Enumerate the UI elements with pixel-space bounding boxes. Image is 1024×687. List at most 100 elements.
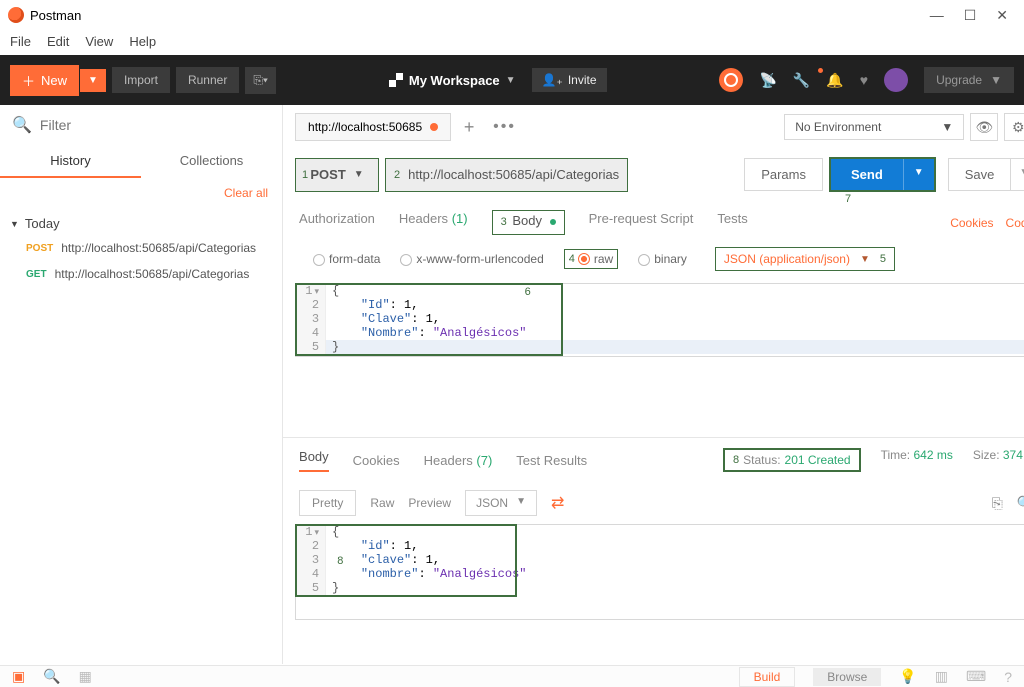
tab-tests[interactable]: Tests: [717, 211, 747, 234]
close-icon[interactable]: ✕: [996, 7, 1008, 24]
import-button[interactable]: Import: [112, 67, 170, 93]
code-link[interactable]: Code: [1006, 216, 1024, 230]
search-response-icon[interactable]: 🔍: [1017, 495, 1024, 512]
bootcamp-icon[interactable]: 💡: [899, 668, 916, 685]
help-icon[interactable]: ?: [1004, 669, 1012, 685]
bell-icon[interactable]: 🔔: [826, 72, 843, 89]
sidebar-toggle-icon[interactable]: ▣: [12, 668, 25, 685]
tab-headers[interactable]: Headers (1): [399, 211, 468, 234]
response-tab-headers[interactable]: Headers (7): [424, 453, 493, 468]
workspace-grid-icon: [389, 73, 403, 87]
person-add-icon: 👤₊: [542, 73, 563, 87]
main-toolbar: ＋New ▼ Import Runner ⎘▾ My Workspace ▼ 👤…: [0, 55, 1024, 105]
minimize-icon[interactable]: —: [930, 7, 944, 24]
runner-button[interactable]: Runner: [176, 67, 239, 93]
content-area: http://localhost:50685 + ••• No Environm…: [283, 105, 1024, 664]
copy-icon[interactable]: ⎘: [992, 495, 1003, 512]
environment-selector[interactable]: No Environment▼: [784, 114, 964, 140]
statusbar: ▣ 🔍 ▦ Build Browse 💡 ▥ ⌨ ?: [0, 665, 1024, 687]
bodytype-binary[interactable]: binary: [638, 252, 687, 266]
response-size: Size: 374 B: [973, 448, 1024, 472]
notification-wrench-icon[interactable]: 🔧: [793, 72, 810, 89]
bodytype-raw[interactable]: 4 raw: [564, 249, 618, 269]
new-button[interactable]: ＋New: [10, 65, 79, 96]
menu-edit[interactable]: Edit: [47, 34, 69, 49]
window-title: Postman: [30, 8, 81, 23]
console-icon[interactable]: ▦: [79, 668, 92, 685]
filter-input[interactable]: [40, 117, 270, 133]
environment-settings-button[interactable]: ⚙: [1004, 113, 1024, 141]
invite-button[interactable]: 👤₊Invite: [532, 68, 607, 92]
save-button[interactable]: Save: [948, 158, 1012, 191]
history-item[interactable]: GET http://localhost:50685/api/Categoria…: [0, 261, 282, 287]
response-body-editor[interactable]: 8 1▾{ 2 "id": 1, 3 "clave": 1, 4 "nombre…: [295, 524, 1024, 620]
tab-history[interactable]: History: [0, 145, 141, 178]
menu-view[interactable]: View: [85, 34, 113, 49]
menubar: File Edit View Help: [0, 30, 1024, 55]
response-tab-body[interactable]: Body: [299, 449, 329, 472]
view-pretty[interactable]: Pretty: [299, 490, 356, 516]
heart-icon[interactable]: ♥: [860, 72, 868, 88]
params-button[interactable]: Params: [744, 158, 823, 191]
add-tab-button[interactable]: +: [455, 113, 483, 141]
callout-1: 1: [302, 169, 308, 181]
workspace-dropdown-icon[interactable]: ▼: [506, 75, 516, 86]
response-tab-tests[interactable]: Test Results: [516, 453, 587, 468]
browse-button[interactable]: Browse: [813, 668, 881, 686]
bodytype-urlencoded[interactable]: x-www-form-urlencoded: [400, 252, 543, 266]
format-selector[interactable]: JSON▼: [465, 490, 537, 516]
tab-prerequest[interactable]: Pre-request Script: [589, 211, 694, 234]
callout-4: 4: [569, 253, 575, 265]
unsaved-dot-icon: [430, 123, 438, 131]
menu-file[interactable]: File: [10, 34, 31, 49]
send-button[interactable]: Send: [831, 159, 903, 190]
cookies-link[interactable]: Cookies: [950, 216, 993, 230]
wrap-lines-icon[interactable]: ⇄: [551, 493, 564, 513]
response-status: 8 Status: 201 Created: [723, 448, 861, 472]
app-logo-icon: [8, 7, 24, 23]
clear-all-link[interactable]: Clear all: [0, 178, 282, 208]
upgrade-button[interactable]: Upgrade▼: [924, 67, 1014, 93]
method-badge: GET: [26, 269, 47, 280]
method-selector[interactable]: 1 POST ▼: [295, 158, 379, 192]
sync-icon[interactable]: [719, 68, 743, 92]
view-preview[interactable]: Preview: [408, 496, 451, 510]
view-raw[interactable]: Raw: [370, 496, 394, 510]
tab-options-button[interactable]: •••: [487, 114, 522, 140]
build-button[interactable]: Build: [739, 667, 796, 687]
tab-collections[interactable]: Collections: [141, 145, 282, 178]
titlebar: Postman — ☐ ✕: [0, 0, 1024, 30]
find-icon[interactable]: 🔍: [43, 668, 60, 685]
response-time: Time: 642 ms: [881, 448, 953, 472]
search-icon: 🔍: [12, 115, 32, 135]
bodytype-formdata[interactable]: form-data: [313, 252, 380, 266]
twopane-icon[interactable]: ▥: [935, 668, 948, 685]
tab-body[interactable]: 3 Body: [492, 210, 565, 235]
callout-2: 2: [394, 169, 400, 181]
url-input[interactable]: 2 http://localhost:50685/api/Categorias: [385, 158, 628, 192]
history-item[interactable]: POST http://localhost:50685/api/Categori…: [0, 235, 282, 261]
capture-button[interactable]: ⎘▾: [245, 67, 276, 94]
sidebar: 🔍 History Collections Clear all ▼ Today …: [0, 105, 283, 664]
environment-quicklook-button[interactable]: 👁: [970, 113, 998, 141]
satellite-icon[interactable]: 📡: [759, 72, 776, 89]
send-dropdown[interactable]: ▼: [903, 159, 934, 190]
workspace-selector[interactable]: My Workspace: [409, 73, 500, 88]
new-dropdown[interactable]: ▼: [80, 69, 106, 92]
menu-help[interactable]: Help: [129, 34, 156, 49]
request-tab[interactable]: http://localhost:50685: [295, 113, 451, 141]
history-url: http://localhost:50685/api/Categorias: [61, 241, 256, 255]
save-dropdown[interactable]: ▼: [1011, 158, 1024, 191]
contenttype-selector[interactable]: JSON (application/json) ▼ 5: [715, 247, 895, 271]
callout-5: 5: [880, 253, 886, 265]
request-body-editor[interactable]: 6 1▾{ 2 "Id": 1, 3 "Clave": 1, 4 "Nombre…: [295, 283, 1024, 357]
history-today-header[interactable]: ▼ Today: [0, 212, 282, 235]
send-group: Send ▼ 7: [829, 157, 936, 192]
keyboard-icon[interactable]: ⌨: [966, 668, 986, 685]
avatar[interactable]: [884, 68, 908, 92]
maximize-icon[interactable]: ☐: [964, 7, 977, 24]
chevron-down-icon: ▼: [516, 496, 526, 510]
response-tab-cookies[interactable]: Cookies: [353, 453, 400, 468]
plus-icon: ＋: [22, 71, 35, 90]
tab-authorization[interactable]: Authorization: [299, 211, 375, 234]
